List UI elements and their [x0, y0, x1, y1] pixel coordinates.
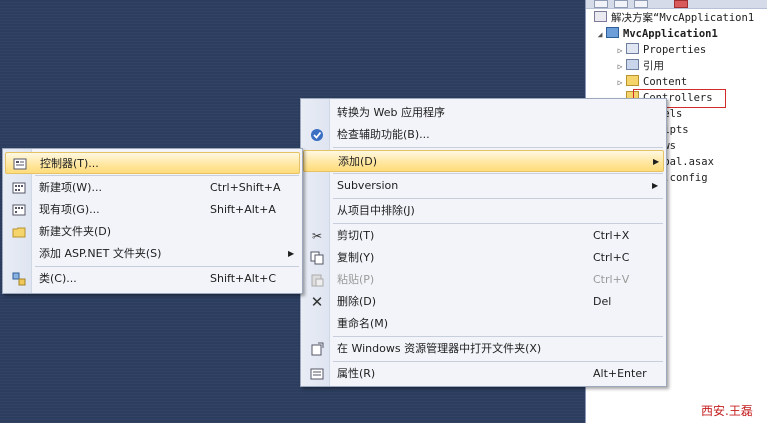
menu-item-exclude-from-project[interactable]: 从项目中排除(J): [303, 200, 664, 222]
submenu-arrow-icon: ▶: [652, 181, 659, 190]
copy-icon: [310, 251, 324, 265]
properties-icon: [626, 43, 639, 54]
menu-item-shortcut: Shift+Alt+C: [210, 272, 277, 285]
menu-item-properties[interactable]: 属性(R) Alt+Enter: [303, 363, 664, 385]
references-icon: [626, 59, 639, 70]
menu-item-label: 删除(D): [337, 295, 377, 308]
menu-separator: [333, 173, 663, 174]
project-context-menu: 转换为 Web 应用程序 检查辅助功能(B)... 添加(D) ▶ Subver…: [300, 98, 667, 387]
menu-separator: [333, 361, 663, 362]
menu-separator: [35, 266, 299, 267]
menu-separator: [333, 198, 663, 199]
menu-item-label: 类(C)...: [39, 272, 77, 285]
menu-item-label: 现有项(G)...: [39, 203, 100, 216]
menu-item-label: 控制器(T)...: [40, 157, 99, 170]
toolbar-button[interactable]: [674, 0, 688, 8]
tree-item-references[interactable]: ▷ 引用: [614, 58, 664, 74]
menu-item-label: 转换为 Web 应用程序: [337, 106, 445, 119]
tree-item-content[interactable]: ▷ Content: [614, 74, 687, 90]
submenu-arrow-icon: ▶: [653, 157, 660, 166]
project-node[interactable]: ◢ MvcApplication1: [594, 26, 718, 42]
menu-item-label: 检查辅助功能(B)...: [337, 128, 430, 141]
menu-item-shortcut: Ctrl+X: [593, 229, 630, 242]
menu-item-shortcut: Ctrl+V: [593, 273, 630, 286]
menu-item-copy[interactable]: 复制(Y) Ctrl+C: [303, 247, 664, 269]
menu-item-delete[interactable]: ✕ 删除(D) Del: [303, 291, 664, 313]
menu-item-label: 复制(Y): [337, 251, 375, 264]
new-item-icon: [12, 181, 26, 195]
expand-triangle-icon[interactable]: ▷: [614, 75, 626, 91]
menu-item-label: 从项目中排除(J): [337, 204, 415, 217]
menu-item-open-in-explorer[interactable]: 在 Windows 资源管理器中打开文件夹(X): [303, 338, 664, 360]
tree-item-label: 引用: [643, 60, 664, 72]
existing-item-icon: [12, 203, 26, 217]
toolbar-button[interactable]: [614, 0, 628, 8]
menu-item-check-accessibility[interactable]: 检查辅助功能(B)...: [303, 124, 664, 146]
menu-item-label: Subversion: [337, 179, 399, 192]
menu-item-label: 添加 ASP.NET 文件夹(S): [39, 247, 162, 260]
submenu-item-new-item[interactable]: 新建项(W)... Ctrl+Shift+A: [5, 177, 300, 199]
menu-item-label: 在 Windows 资源管理器中打开文件夹(X): [337, 342, 542, 355]
menu-separator: [333, 147, 663, 148]
open-folder-icon: [310, 342, 324, 356]
submenu-item-existing-item[interactable]: 现有项(G)... Shift+Alt+A: [5, 199, 300, 221]
watermark-text: 西安.王磊: [701, 404, 753, 418]
solution-explorer-toolbar: [586, 0, 767, 9]
class-icon: [12, 272, 26, 286]
collapse-triangle-icon[interactable]: ◢: [594, 27, 606, 43]
menu-item-add[interactable]: 添加(D) ▶: [303, 150, 664, 172]
submenu-item-add-aspnet-folder[interactable]: 添加 ASP.NET 文件夹(S) ▶: [5, 243, 300, 265]
menu-item-label: 属性(R): [337, 367, 376, 380]
menu-item-label: 添加(D): [338, 155, 378, 168]
expand-triangle-icon[interactable]: ▷: [614, 59, 626, 75]
cut-icon: ✂: [311, 229, 323, 243]
toolbar-button[interactable]: [634, 0, 648, 8]
menu-item-shortcut: Shift+Alt+A: [210, 203, 276, 216]
folder-icon: [626, 75, 639, 86]
accessibility-icon: [310, 128, 324, 142]
delete-icon: ✕: [310, 293, 324, 311]
menu-item-shortcut: Ctrl+Shift+A: [210, 181, 281, 194]
project-icon: [606, 27, 619, 38]
tree-item-properties[interactable]: ▷ Properties: [614, 42, 706, 58]
menu-item-convert-web-app[interactable]: 转换为 Web 应用程序: [303, 102, 664, 124]
solution-node[interactable]: 解决方案“MvcApplication1: [594, 10, 754, 26]
submenu-item-class[interactable]: 类(C)... Shift+Alt+C: [5, 268, 300, 290]
submenu-item-controller[interactable]: 控制器(T)...: [5, 152, 300, 174]
project-label: MvcApplication1: [623, 28, 718, 40]
menu-separator: [35, 175, 299, 176]
submenu-arrow-icon: ▶: [288, 249, 295, 258]
tree-item-label: Properties: [643, 44, 707, 56]
properties-icon: [310, 367, 324, 381]
menu-item-shortcut: Alt+Enter: [593, 367, 647, 380]
expand-triangle-icon[interactable]: ▷: [614, 43, 626, 59]
menu-item-label: 剪切(T): [337, 229, 375, 242]
menu-item-subversion[interactable]: Subversion ▶: [303, 175, 664, 197]
paste-icon: [310, 273, 324, 287]
menu-item-shortcut: Ctrl+C: [593, 251, 630, 264]
submenu-item-new-folder[interactable]: 新建文件夹(D): [5, 221, 300, 243]
menu-item-label: 粘贴(P): [337, 273, 375, 286]
menu-item-paste[interactable]: 粘贴(P) Ctrl+V: [303, 269, 664, 291]
menu-item-label: 重命名(M): [337, 317, 389, 330]
solution-icon: [594, 11, 607, 22]
menu-item-rename[interactable]: 重命名(M): [303, 313, 664, 335]
menu-item-shortcut: Del: [593, 295, 612, 308]
menu-item-cut[interactable]: ✂ 剪切(T) Ctrl+X: [303, 225, 664, 247]
controller-icon: [13, 157, 27, 171]
menu-item-label: 新建项(W)...: [39, 181, 102, 194]
menu-item-label: 新建文件夹(D): [39, 225, 112, 238]
menu-separator: [333, 223, 663, 224]
add-submenu: 控制器(T)... 新建项(W)... Ctrl+Shift+A 现有项(G).…: [2, 148, 303, 294]
toolbar-button[interactable]: [594, 0, 608, 8]
new-folder-icon: [12, 225, 26, 239]
menu-separator: [333, 336, 663, 337]
tree-item-label: Content: [643, 76, 688, 88]
solution-label: 解决方案“MvcApplication1: [611, 12, 755, 24]
